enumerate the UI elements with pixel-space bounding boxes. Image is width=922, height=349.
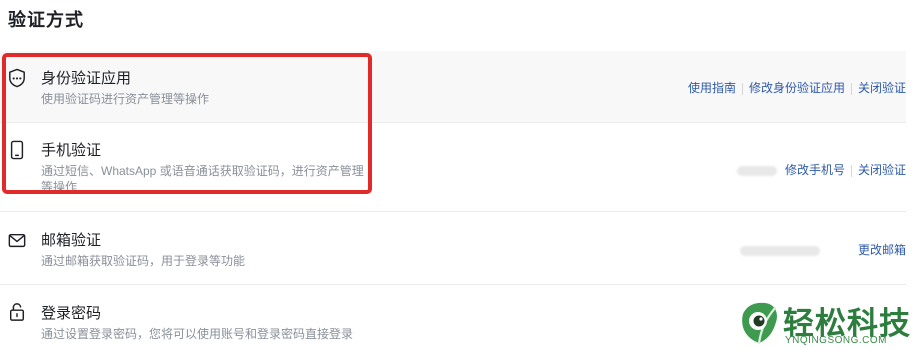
masked-phone-number <box>736 165 777 176</box>
mail-icon <box>8 233 26 248</box>
method-actions: 更改邮箱 <box>739 241 906 258</box>
leaf-logo-icon <box>742 302 777 345</box>
divider <box>741 82 743 95</box>
lock-icon <box>9 303 25 321</box>
method-description: 通过设置登录密码，您将可以使用账号和登录密码直接登录 <box>41 327 354 341</box>
disable-phone-verification-link[interactable]: 关闭验证 <box>858 163 906 177</box>
method-title: 登录密码 <box>41 305 102 322</box>
divider <box>850 164 852 177</box>
change-authenticator-link[interactable]: 修改身份验证应用 <box>749 81 845 95</box>
method-description: 通过邮箱获取验证码，用于登录等功能 <box>41 254 246 268</box>
change-email-link[interactable]: 更改邮箱 <box>858 243 906 257</box>
highlight-annotation-box <box>2 53 372 194</box>
watermark-url: YNQINGSONG.COM <box>785 335 888 346</box>
method-actions: 使用指南 修改身份验证应用 关闭验证 <box>688 79 906 96</box>
divider <box>850 82 852 95</box>
usage-guide-link[interactable]: 使用指南 <box>688 81 736 95</box>
page-title: 验证方式 <box>8 10 84 30</box>
disable-authenticator-link[interactable]: 关闭验证 <box>858 81 906 95</box>
masked-email-address <box>739 245 820 256</box>
watermark-logo: 轻松科技 YNQINGSONG.COM <box>737 300 922 349</box>
method-actions: 修改手机号 关闭验证 <box>736 161 906 178</box>
change-phone-link[interactable]: 修改手机号 <box>785 163 845 177</box>
auth-method-row-email: 邮箱验证 通过邮箱获取验证码，用于登录等功能 更改邮箱 <box>0 212 906 285</box>
method-title: 邮箱验证 <box>41 232 102 249</box>
